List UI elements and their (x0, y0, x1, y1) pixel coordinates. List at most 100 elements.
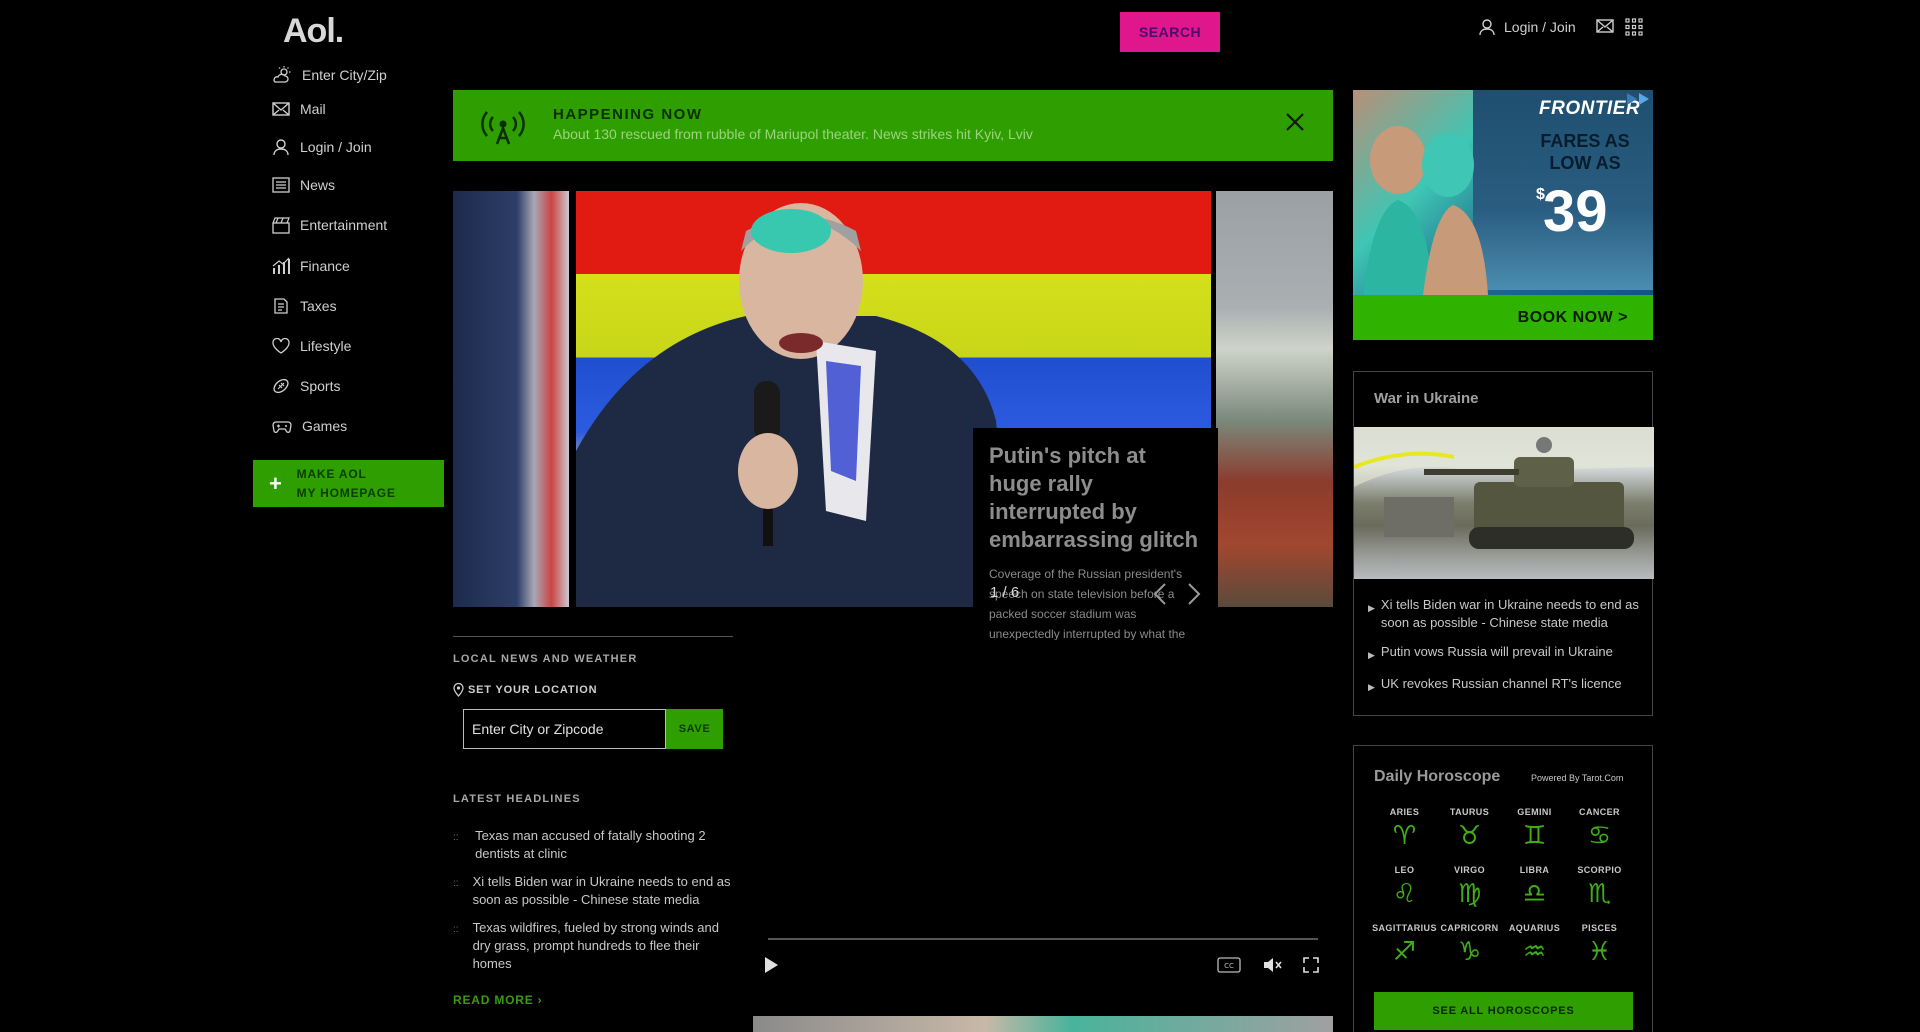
read-more-link[interactable]: READ MORE › (453, 993, 542, 1007)
war-headline-text: UK revokes Russian channel RT's licence (1380, 676, 1622, 691)
play-icon[interactable] (763, 956, 779, 974)
mail-icon (272, 102, 290, 116)
bullet-icon: :: (453, 924, 459, 935)
sign-virgo[interactable]: VIRGO ♍ (1437, 865, 1502, 909)
make-aol-homepage-button[interactable]: + MAKE AOL MY HOMEPAGE (253, 460, 444, 507)
sign-taurus[interactable]: TAURUS ♉ (1437, 807, 1502, 851)
fullscreen-icon[interactable] (1303, 957, 1319, 973)
sidebar-item-news[interactable]: News (270, 166, 445, 204)
triangle-bullet-icon: ▶ (1368, 650, 1375, 660)
sidebar-item-games[interactable]: Games (270, 406, 445, 446)
header-mail-button[interactable] (1596, 18, 1614, 39)
pisces-icon: ♓ (1587, 937, 1612, 967)
mute-icon[interactable] (1263, 957, 1283, 973)
video-progress-bar[interactable] (768, 938, 1318, 940)
carousel-story-card[interactable]: Putin's pitch at huge rally interrupted … (973, 428, 1218, 661)
header-login-label: Login / Join (1504, 19, 1576, 35)
bullet-icon: :: (453, 878, 459, 889)
sidebar-item-label: Entertainment (300, 217, 388, 233)
list-item[interactable]: ▶ UK revokes Russian channel RT's licence (1368, 675, 1644, 696)
sign-sagittarius[interactable]: SAGITTARIUS ♐ (1372, 923, 1437, 967)
sidebar-item-taxes[interactable]: Taxes (270, 286, 445, 326)
sidebar-item-entertainment[interactable]: Entertainment (270, 204, 445, 246)
list-item[interactable]: :: Texas wildfires, fueled by strong wind… (453, 919, 738, 973)
latest-headlines-heading: LATEST HEADLINES (453, 793, 581, 805)
sidebar-item-label: Mail (300, 101, 326, 117)
sign-scorpio[interactable]: SCORPIO ♏ (1567, 865, 1632, 909)
carousel-story-title[interactable]: Putin's pitch at huge rally interrupted … (989, 442, 1202, 554)
chart-icon (272, 257, 290, 274)
sign-gemini[interactable]: GEMINI ♊ (1502, 807, 1567, 851)
header-login-link[interactable]: Login / Join (1478, 18, 1576, 36)
list-item[interactable]: :: Texas man accused of fatally shooting … (453, 827, 738, 863)
set-location-text: SET YOUR LOCATION (468, 684, 598, 696)
war-in-ukraine-image[interactable] (1354, 427, 1654, 579)
sign-capricorn[interactable]: CAPRICORN ♑ (1437, 923, 1502, 967)
headline-text: Texas wildfires, fueled by strong winds … (472, 920, 719, 971)
close-icon[interactable] (1285, 112, 1305, 132)
war-in-ukraine-module: War in Ukraine ▶ Xi tells Biden war in Uk… (1353, 371, 1654, 716)
carousel-prev-slide-image[interactable] (453, 191, 569, 607)
sign-name: CANCER (1579, 807, 1620, 817)
gemini-icon: ♊ (1522, 821, 1547, 851)
save-location-button[interactable]: SAVE (666, 709, 723, 749)
sidebar-item-login[interactable]: Login / Join (270, 128, 445, 166)
list-item[interactable]: ▶ Putin vows Russia will prevail in Ukrai… (1368, 643, 1644, 664)
sidebar-item-weather[interactable]: Enter City/Zip (270, 60, 445, 90)
sidebar-item-sports[interactable]: Sports (270, 366, 445, 406)
happening-now-banner[interactable]: HAPPENING NOW About 130 rescued from rub… (453, 90, 1333, 161)
search-button[interactable]: SEARCH (1120, 12, 1220, 52)
aquarius-icon: ♒ (1522, 937, 1547, 967)
weather-icon (273, 66, 291, 83)
sidebar-item-label: Finance (300, 258, 350, 274)
sidebar-item-label: Taxes (300, 298, 337, 314)
ad-fares-line2: LOW AS (1549, 153, 1621, 173)
chevron-right-icon[interactable] (1186, 582, 1202, 606)
make-aol-line2: MY HOMEPAGE (296, 485, 396, 500)
see-all-horoscopes-button[interactable]: SEE ALL HOROSCOPES (1374, 992, 1633, 1030)
sidebar-item-label: Login / Join (300, 139, 372, 155)
news-icon (272, 177, 290, 193)
closed-captions-icon[interactable]: CC (1217, 957, 1241, 973)
list-item[interactable]: :: Xi tells Biden war in Ukraine needs to… (453, 873, 738, 909)
chevron-left-icon[interactable] (1152, 582, 1168, 606)
sign-aries[interactable]: ARIES ♈ (1372, 807, 1437, 851)
sign-libra[interactable]: LIBRA ♎ (1502, 865, 1567, 909)
sign-aquarius[interactable]: AQUARIUS ♒ (1502, 923, 1567, 967)
list-item[interactable]: ▶ Xi tells Biden war in Ukraine needs to … (1368, 596, 1644, 632)
war-in-ukraine-title[interactable]: War in Ukraine (1374, 390, 1478, 407)
frontier-ad[interactable]: FRONTIER FARES AS LOW AS $ 39 BOOK NOW > (1353, 90, 1653, 340)
adchoices-icon[interactable] (1625, 92, 1651, 106)
sign-leo[interactable]: LEO ♌ (1372, 865, 1437, 909)
clapper-icon (272, 217, 290, 234)
next-video-thumbnail[interactable] (753, 1016, 1333, 1032)
triangle-bullet-icon: ▶ (1368, 603, 1375, 613)
video-controls: CC (763, 956, 1323, 974)
aol-logo[interactable]: Aol. (283, 12, 344, 51)
sidebar-item-mail[interactable]: Mail (270, 90, 445, 128)
apps-grid-button[interactable] (1625, 18, 1643, 41)
war-headline-text: Xi tells Biden war in Ukraine needs to e… (1380, 597, 1639, 630)
sign-cancer[interactable]: CANCER ♋ (1567, 807, 1632, 851)
libra-icon: ♎ (1522, 879, 1547, 909)
ad-price: 39 (1543, 179, 1608, 244)
book-now-button[interactable]: BOOK NOW > (1353, 295, 1653, 340)
football-icon (273, 378, 289, 394)
latest-headlines-section: LATEST HEADLINES :: Texas man accused of … (453, 793, 738, 1009)
video-player[interactable]: CC (753, 640, 1333, 985)
horoscope-signs-grid: ARIES ♈ TAURUS ♉ GEMINI ♊ CANCER ♋ LEO ♌ VIRG… (1372, 807, 1640, 967)
virgo-icon: ♍ (1457, 879, 1482, 909)
city-zip-input[interactable] (463, 709, 666, 749)
happening-now-text[interactable]: About 130 rescued from rubble of Mariupo… (553, 126, 1033, 142)
sidebar-item-label: Sports (300, 378, 341, 394)
grid-icon (1625, 18, 1643, 36)
ad-people-image (1363, 126, 1488, 295)
sidebar-item-lifestyle[interactable]: Lifestyle (270, 326, 445, 366)
carousel-next-slide-image[interactable] (1216, 191, 1333, 607)
local-news-heading: LOCAL NEWS AND WEATHER (453, 653, 638, 665)
heart-icon (272, 338, 290, 354)
sidebar-item-finance[interactable]: Finance (270, 246, 445, 286)
sidebar-nav: Enter City/Zip Mail Login / Join News En… (270, 60, 445, 446)
sign-pisces[interactable]: PISCES ♓ (1567, 923, 1632, 967)
sign-name: LEO (1394, 865, 1415, 875)
